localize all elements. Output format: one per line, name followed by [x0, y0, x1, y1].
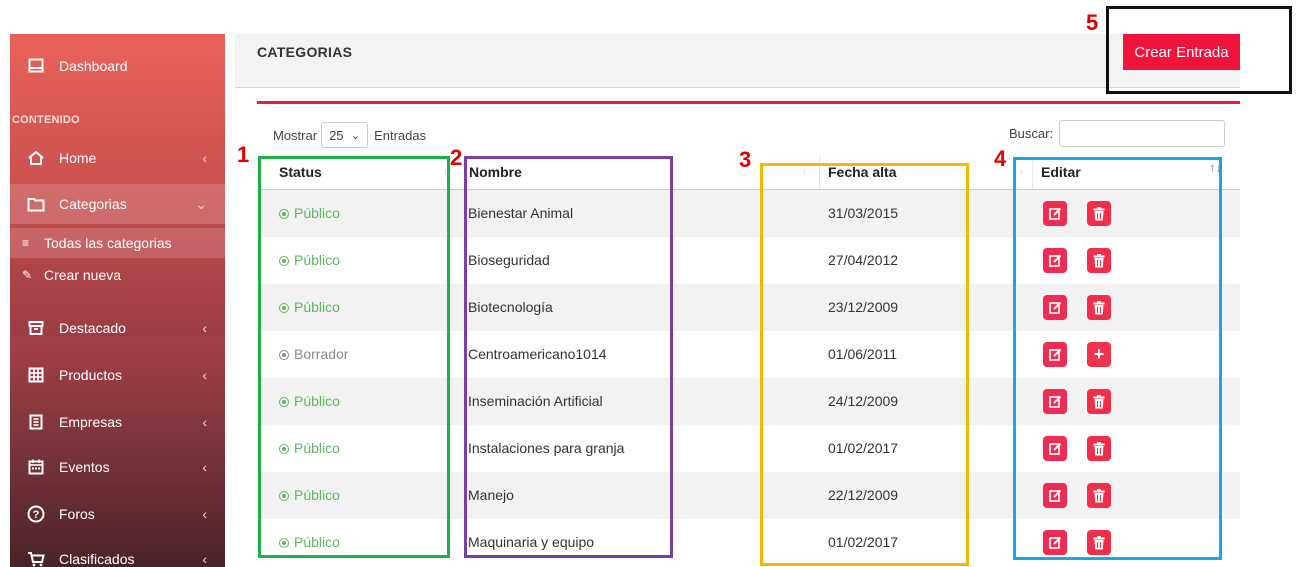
edit-icon: ✎: [22, 268, 33, 282]
chevron-down-icon: ⌄: [350, 129, 361, 142]
chevron-left-icon: ‹: [202, 414, 207, 430]
sidebar-subitem-label: Todas las categorias: [44, 235, 172, 251]
sidebar-item-eventos[interactable]: Eventos ‹: [10, 447, 225, 487]
annotation-number-5: 5: [1086, 10, 1099, 35]
home-icon: [27, 149, 45, 167]
annotation-number-3: 3: [739, 147, 752, 172]
page-size-select[interactable]: 25 ⌄: [321, 122, 369, 148]
sidebar-subitem-crear[interactable]: ✎ Crear nueva: [10, 261, 225, 289]
sidebar-item-label: Empresas: [59, 414, 123, 430]
annotation-box-1: [258, 156, 450, 558]
grid-icon: [27, 366, 45, 384]
sidebar-subitem-todas[interactable]: ≡ Todas las categorias: [10, 228, 225, 258]
annotation-number-1: 1: [237, 142, 250, 167]
accent-divider: [257, 101, 1240, 104]
sidebar-item-label: Destacado: [59, 320, 126, 336]
chevron-left-icon: ‹: [202, 459, 207, 475]
sidebar-item-label: Clasificados: [59, 551, 135, 567]
annotation-box-5: [1106, 6, 1292, 94]
sidebar-item-home[interactable]: Home ‹: [10, 138, 225, 178]
page-size-value: 25: [329, 127, 344, 143]
sidebar-item-label: Foros: [59, 506, 95, 522]
table-search: Buscar:: [1009, 120, 1226, 147]
chevron-left-icon: ‹: [202, 551, 207, 567]
annotation-box-4: [1013, 157, 1222, 560]
sidebar-item-foros[interactable]: ? Foros ‹: [10, 494, 225, 534]
search-label: Buscar:: [1009, 126, 1054, 141]
help-circle-icon: ?: [27, 505, 45, 523]
sidebar-item-categorias[interactable]: Categorias ⌄: [10, 184, 225, 224]
sidebar-subitem-label: Crear nueva: [44, 267, 122, 283]
annotation-number-4: 4: [994, 146, 1007, 171]
page-header: CATEGORIAS: [235, 34, 1240, 88]
search-input[interactable]: [1059, 120, 1226, 147]
calendar-icon: [27, 458, 45, 476]
sidebar-item-label: Categorias: [59, 196, 127, 212]
folder-icon: [27, 195, 45, 213]
chevron-left-icon: ‹: [202, 150, 207, 166]
sidebar-item-dashboard[interactable]: Dashboard: [10, 46, 225, 86]
entries-label: Entradas: [374, 127, 427, 143]
chevron-left-icon: ‹: [202, 506, 207, 522]
archive-icon: [27, 319, 45, 337]
dashboard-icon: [27, 57, 45, 75]
list-icon: ≡: [22, 236, 30, 250]
sidebar-section-label: CONTENIDO: [12, 114, 80, 126]
sidebar-item-clasificados[interactable]: Clasificados ‹: [10, 539, 225, 567]
chevron-left-icon: ‹: [202, 367, 207, 383]
chevron-down-icon: ⌄: [195, 195, 207, 212]
sidebar-item-label: Productos: [59, 367, 123, 383]
svg-text:?: ?: [33, 509, 40, 521]
annotation-box-2: [464, 156, 673, 558]
page-title: CATEGORIAS: [257, 44, 353, 60]
sidebar-item-label: Dashboard: [59, 58, 128, 74]
building-icon: [27, 413, 45, 431]
sidebar: Dashboard CONTENIDO Home ‹ Categorias ⌄ …: [10, 34, 225, 567]
show-label: Mostrar: [273, 127, 318, 143]
annotation-box-3: [760, 163, 969, 566]
table-length-control: Mostrar 25 ⌄ Entradas: [273, 122, 426, 148]
sidebar-item-destacado[interactable]: Destacado ‹: [10, 308, 225, 348]
annotation-number-2: 2: [450, 145, 463, 170]
chevron-left-icon: ‹: [202, 320, 207, 336]
sidebar-item-label: Eventos: [59, 459, 110, 475]
sidebar-item-label: Home: [59, 150, 97, 166]
sidebar-item-productos[interactable]: Productos ‹: [10, 355, 225, 395]
sidebar-item-empresas[interactable]: Empresas ‹: [10, 402, 225, 442]
cart-icon: [27, 550, 45, 567]
